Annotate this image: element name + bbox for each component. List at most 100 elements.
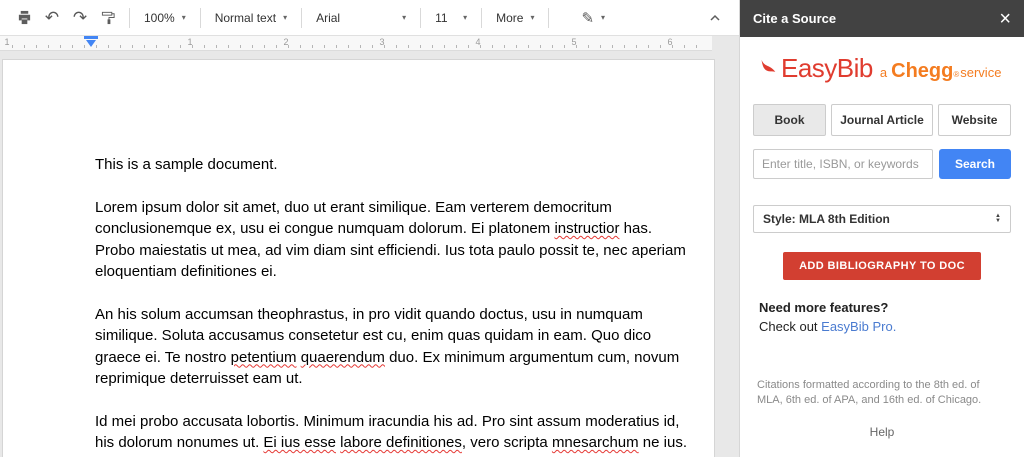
print-button[interactable] [10,5,38,31]
ruler-tick [432,45,433,48]
spinner-arrows-icon: ▲▼ [995,214,1001,224]
easybib-pro-link[interactable]: EasyBib Pro. [821,319,896,334]
easybib-sidebar: Cite a Source × EasyBib a Chegg ® servic… [739,0,1024,457]
text-run: Lorem ipsum dolor sit amet, duo ut erant… [95,199,612,238]
text-run: , vero scripta [462,434,552,451]
ruler-scale: 1123456 [0,36,712,50]
ruler-tick [696,45,697,48]
ruler-tick [264,45,265,48]
misspelled-word[interactable]: Ei ius esse [263,434,336,451]
undo-icon: ↶ [45,8,59,28]
more-menu[interactable]: More ▾ [489,5,541,31]
ruler-tick [216,45,217,48]
left-indent-marker[interactable] [86,40,96,47]
zoom-select[interactable]: 100% ▾ [137,5,193,31]
ruler-number: 4 [475,37,480,47]
ruler-tick [504,45,505,48]
search-row: Search [753,149,1011,179]
font-select[interactable]: Arial ▾ [309,5,413,31]
ruler-tick [168,45,169,48]
toolbar-separator [200,8,201,28]
text-run: This is a sample document. [95,156,278,173]
docs-main: ↶ ↷ 100% ▾ Normal text ▾ Arial [0,0,739,457]
tab-website[interactable]: Website [938,104,1011,136]
help-link[interactable]: Help [753,425,1011,439]
ruler-tick [408,45,409,48]
font-size-value: 11 [435,11,447,25]
ruler-tick [144,45,145,48]
redo-button[interactable]: ↷ [66,5,94,31]
ruler-tick [372,45,373,48]
doc-content: This is a sample document. Lorem ipsum do… [95,154,688,457]
easybib-logo: EasyBib a Chegg ® service [753,53,1011,84]
ruler[interactable]: 1123456 [0,36,712,51]
ruler-tick [276,45,277,48]
ruler-tick [648,45,649,48]
ruler-tick [360,45,361,48]
document-canvas: This is a sample document. Lorem ipsum do… [0,51,739,457]
paragraph[interactable]: Lorem ipsum dolor sit amet, duo ut erant… [95,197,688,283]
redo-icon: ↷ [73,8,87,28]
toolbar-separator [548,8,549,28]
tab-journal-article[interactable]: Journal Article [831,104,933,136]
chevron-down-icon: ▾ [601,13,605,22]
paragraph-style-select[interactable]: Normal text ▾ [208,5,294,31]
paint-format-button[interactable] [94,5,122,31]
ruler-tick [396,45,397,48]
misspelled-word[interactable]: instructior [554,220,619,237]
search-button[interactable]: Search [939,149,1011,179]
ruler-tick [528,45,529,48]
font-size-select[interactable]: 11 ▾ [428,5,474,31]
paragraph[interactable]: This is a sample document. [95,154,688,176]
ruler-tick [660,45,661,48]
paint-roller-icon [101,10,116,25]
first-line-indent-marker[interactable] [84,36,98,39]
ruler-tick [240,45,241,48]
ruler-tick [636,45,637,48]
ruler-tick [444,45,445,48]
tab-book[interactable]: Book [753,104,826,136]
ruler-tick [516,45,517,48]
document-page[interactable]: This is a sample document. Lorem ipsum do… [2,59,715,457]
undo-button[interactable]: ↶ [38,5,66,31]
misspelled-word[interactable]: petentium [231,349,297,366]
ruler-tick [228,45,229,48]
misspelled-word[interactable]: labore definitiones [340,434,462,451]
ruler-tick [312,45,313,48]
ruler-tick [348,45,349,48]
chevron-down-icon: ▾ [402,13,406,22]
promo-section: Need more features? Check out EasyBib Pr… [753,300,1011,334]
ruler-tick [612,45,613,48]
ruler-tick [456,45,457,48]
ruler-tick [96,45,97,48]
ruler-tick [492,45,493,48]
ruler-tick [12,45,13,48]
ruler-tick [204,45,205,48]
ruler-tick [600,45,601,48]
citation-style-select[interactable]: Style: MLA 8th Edition ▲▼ [753,205,1011,233]
toolbar-separator [301,8,302,28]
ruler-tick [132,45,133,48]
chevron-down-icon: ▾ [530,13,534,22]
sidebar-title: Cite a Source [753,11,999,26]
paragraph[interactable]: Id mei probo accusata lobortis. Minimum … [95,411,688,457]
collapse-toolbar-button[interactable] [701,5,729,31]
paragraph[interactable]: An his solum accumsan theophrastus, in p… [95,304,688,390]
ruler-tick [624,45,625,48]
registered-mark: ® [953,70,959,79]
misspelled-word[interactable]: quaerendum [301,349,385,366]
close-icon[interactable]: × [999,9,1011,29]
chevron-up-icon [709,14,721,22]
ruler-number: 1 [187,37,192,47]
search-input[interactable] [753,149,933,179]
ruler-number: 3 [379,37,384,47]
editing-mode-button[interactable]: ✎ ▾ [574,5,612,31]
ruler-tick [120,45,121,48]
misspelled-word[interactable]: mnesarchum [552,434,639,451]
ruler-tick [252,45,253,48]
ruler-tick [72,45,73,48]
add-bibliography-button[interactable]: ADD BIBLIOGRAPHY TO DOC [783,252,981,280]
more-label: More [496,11,523,25]
docs-toolbar: ↶ ↷ 100% ▾ Normal text ▾ Arial [0,0,739,36]
chegg-wordmark: Chegg [891,60,953,83]
